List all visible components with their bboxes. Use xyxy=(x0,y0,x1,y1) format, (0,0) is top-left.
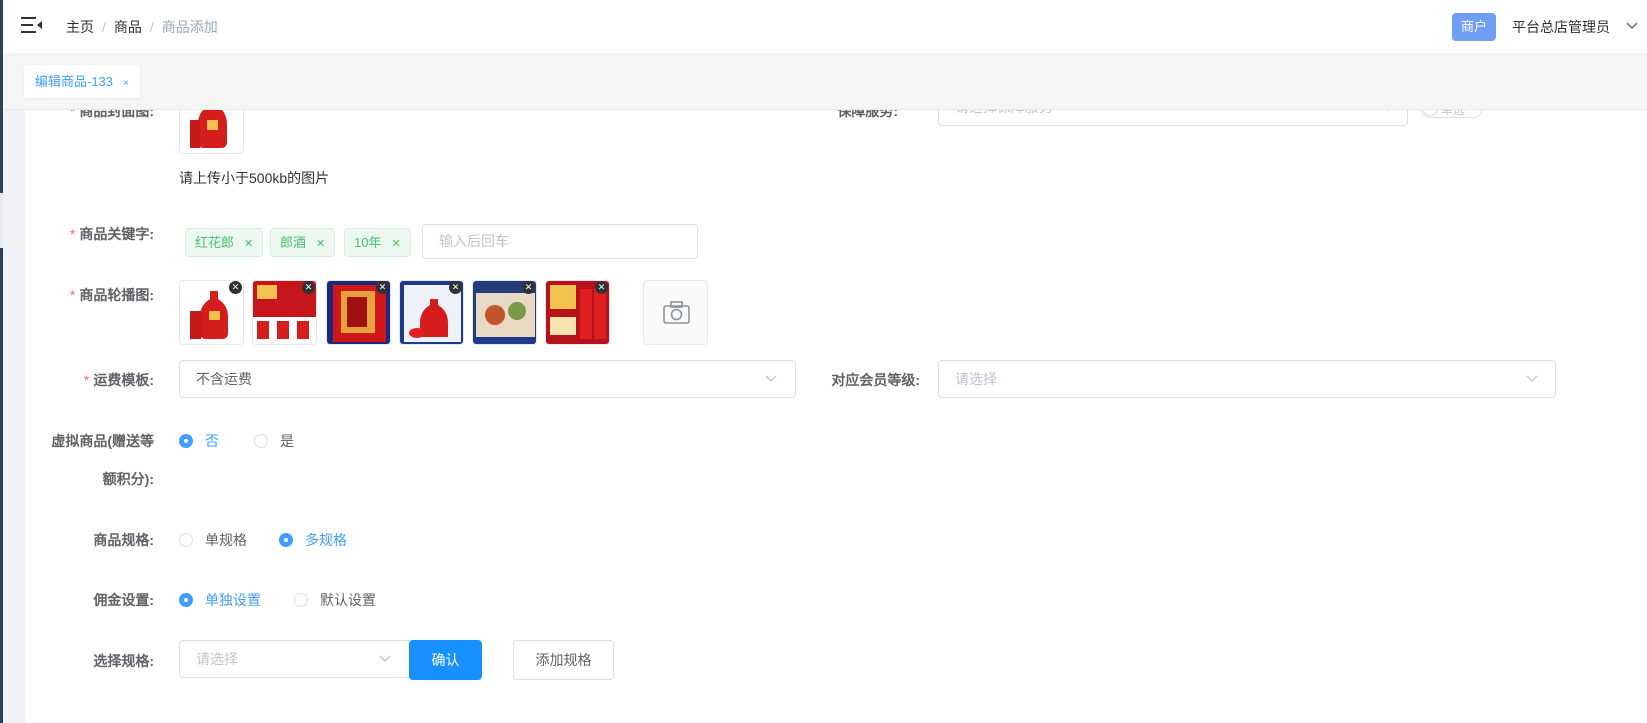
remove-image-icon[interactable]: ✕ xyxy=(449,281,462,294)
remove-image-icon[interactable]: ✕ xyxy=(376,281,389,294)
breadcrumb-separator: / xyxy=(102,19,106,35)
add-spec-button[interactable]: 添加规格 xyxy=(513,640,614,680)
radio-dot xyxy=(294,593,308,607)
admin-name[interactable]: 平台总店管理员 xyxy=(1512,17,1610,37)
chevron-down-icon xyxy=(379,655,391,662)
radio-dot xyxy=(179,434,193,448)
remove-image-icon[interactable]: ✕ xyxy=(229,281,242,294)
breadcrumb-current: 商品添加 xyxy=(161,19,218,35)
spec-radio-single[interactable]: 单规格 xyxy=(179,530,247,550)
cover-label: * 商品封面图: xyxy=(69,110,154,119)
spec-select[interactable]: 请选择 xyxy=(179,640,413,678)
remove-image-icon[interactable]: ✕ xyxy=(595,281,608,294)
commission-radio-default[interactable]: 默认设置 xyxy=(294,590,376,610)
guarantee-select[interactable]: 请选择保障服务 xyxy=(938,110,1408,126)
radio-dot xyxy=(179,593,193,607)
cover-image[interactable] xyxy=(179,110,244,154)
keyword-tag: 红花郎 ✕ xyxy=(185,228,264,257)
breadcrumb-goods[interactable]: 商品 xyxy=(114,19,142,35)
carousel-image[interactable]: ✕ xyxy=(399,280,464,345)
carousel-image[interactable]: ✕ xyxy=(472,280,537,345)
remove-image-icon[interactable]: ✕ xyxy=(302,281,315,294)
chevron-down-icon[interactable] xyxy=(1626,21,1638,31)
keyword-tag: 郎酒 ✕ xyxy=(270,228,336,257)
main-content: *商品封面图: 请上传小于500kb的图片 保障服务: 请选择保障服务 单选 *… xyxy=(3,110,1647,723)
keyword-input[interactable]: 输入后回车 xyxy=(422,224,698,259)
guarantee-switch[interactable]: 单选 xyxy=(1420,110,1483,118)
carousel-image[interactable]: ✕ xyxy=(545,280,610,345)
virtual-radio-no[interactable]: 否 xyxy=(179,431,219,451)
radio-dot xyxy=(179,533,193,547)
keywords-label: * 商品关键字: xyxy=(69,226,154,242)
radio-dot xyxy=(254,434,268,448)
tag-close-icon[interactable]: ✕ xyxy=(244,238,253,250)
virtual-radio-yes[interactable]: 是 xyxy=(254,431,294,451)
shipping-label: * 运费模板: xyxy=(83,372,154,388)
switch-label: 单选 xyxy=(1441,110,1466,117)
confirm-button[interactable]: 确认 xyxy=(409,640,482,680)
tab-edit-goods[interactable]: 编辑商品-133 × xyxy=(24,65,140,98)
chevron-down-icon xyxy=(765,375,777,382)
carousel-image[interactable]: ✕ xyxy=(179,280,244,345)
spec-radio-multi[interactable]: 多规格 xyxy=(279,530,347,550)
shipping-template-select[interactable]: 不含运费 xyxy=(179,360,796,398)
tag-close-icon[interactable]: ✕ xyxy=(316,238,325,250)
spec-label: 商品规格: xyxy=(93,532,154,548)
virtual-label-line1: 虚拟商品(赠送等 xyxy=(51,433,154,449)
breadcrumb-separator: / xyxy=(149,19,154,35)
commission-label: 佣金设置: xyxy=(93,592,154,608)
radio-dot xyxy=(279,533,293,547)
tab-close-icon[interactable]: × xyxy=(123,78,129,89)
upload-image-button[interactable] xyxy=(643,280,708,345)
bottle-image xyxy=(180,110,243,153)
breadcrumb: 主页 / 商品 / 商品添加 xyxy=(66,17,218,37)
chevron-down-icon xyxy=(1526,375,1538,382)
tags-view-bar: 编辑商品-133 × xyxy=(3,53,1647,110)
breadcrumb-home[interactable]: 主页 xyxy=(66,19,94,35)
chevron-down-icon xyxy=(1388,110,1390,111)
cover-hint: 请上传小于500kb的图片 xyxy=(179,170,330,186)
goods-form-panel: *商品封面图: 请上传小于500kb的图片 保障服务: 请选择保障服务 单选 *… xyxy=(25,110,1647,723)
choose-spec-label: 选择规格: xyxy=(93,653,154,669)
member-level-label: 对应会员等级: xyxy=(831,372,920,388)
switch-knob xyxy=(1423,110,1437,115)
menu-fold-icon[interactable] xyxy=(21,15,43,35)
commission-radio-custom[interactable]: 单独设置 xyxy=(179,590,261,610)
tag-close-icon[interactable]: ✕ xyxy=(391,238,400,250)
carousel-image[interactable]: ✕ xyxy=(326,280,391,345)
merchant-badge: 商户 xyxy=(1452,13,1497,41)
member-level-select[interactable]: 请选择 xyxy=(938,360,1556,398)
virtual-label-line2: 额积分): xyxy=(102,471,154,487)
camera-icon xyxy=(663,301,690,324)
remove-image-icon[interactable]: ✕ xyxy=(522,281,535,294)
guarantee-label: 保障服务: xyxy=(837,110,898,119)
carousel-image[interactable]: ✕ xyxy=(252,280,317,345)
carousel-label: * 商品轮播图: xyxy=(69,287,154,303)
top-navbar: 主页 / 商品 / 商品添加 商户 平台总店管理员 xyxy=(3,0,1647,53)
tab-label: 编辑商品-133 xyxy=(35,74,114,89)
keyword-tag: 10年 ✕ xyxy=(344,228,411,257)
